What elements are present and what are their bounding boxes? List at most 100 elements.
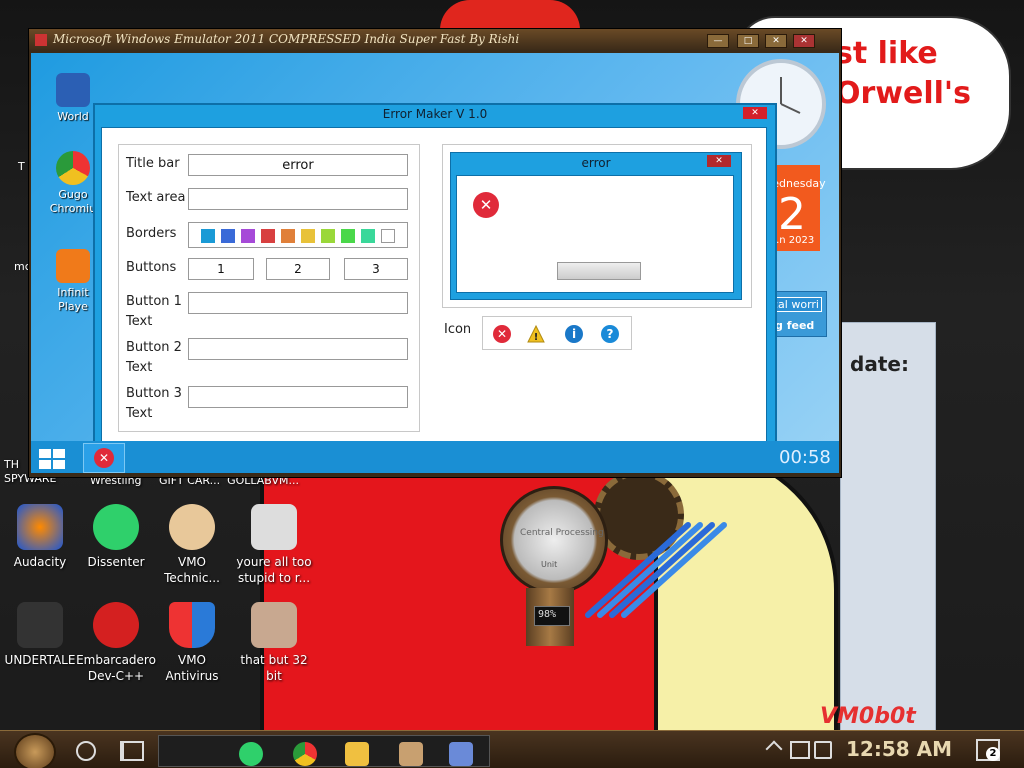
- close-button[interactable]: ✕: [793, 34, 815, 48]
- desktop-icon-vmo-technic[interactable]: VMO Technic...: [152, 504, 232, 586]
- emulator-screen: World Gugo Chromiu Infinit Playe Wednesd…: [31, 53, 839, 473]
- dissenter-icon: [93, 504, 139, 550]
- border-swatch[interactable]: [261, 229, 275, 243]
- error-icon[interactable]: ✕: [493, 325, 511, 343]
- taskbar-clock[interactable]: 12:58 AM: [846, 737, 952, 761]
- chevron-up-icon[interactable]: [765, 740, 783, 758]
- word-icon: [56, 73, 90, 107]
- title-bar-input[interactable]: error: [188, 154, 408, 176]
- desktop: st like Orwell's date: Central Processin…: [0, 0, 1024, 768]
- border-swatch[interactable]: [321, 229, 335, 243]
- button1-text-input[interactable]: [188, 292, 408, 314]
- error-maker-window: Error Maker V 1.0 ✕ Title bar error Text…: [93, 103, 777, 463]
- unity-icon: [17, 602, 63, 648]
- button-count-2[interactable]: 2: [266, 258, 330, 280]
- desktop-icon-label: VMO Antivirus: [165, 653, 219, 683]
- desktop-icon-vmo-antivirus[interactable]: VMO Antivirus: [152, 602, 232, 684]
- title-bar-label: Title bar: [126, 156, 180, 171]
- desktop-icon-label: that but 32 bit: [240, 653, 308, 683]
- border-swatch[interactable]: [201, 229, 215, 243]
- border-swatch[interactable]: [301, 229, 315, 243]
- volume-muted-icon[interactable]: [814, 741, 832, 759]
- error-maker-title-bar[interactable]: Error Maker V 1.0 ✕: [95, 105, 775, 125]
- desktop-icon-label: UNDERTALE: [4, 653, 76, 667]
- audacity-icon: [17, 504, 63, 550]
- gauge-percent: 98%: [538, 609, 557, 620]
- button2-text-input[interactable]: [188, 338, 408, 360]
- border-swatch[interactable]: [241, 229, 255, 243]
- extra-button[interactable]: ✕: [765, 34, 787, 48]
- file-explorer-icon[interactable]: [345, 742, 369, 766]
- portrait-icon: [251, 504, 297, 550]
- close-button[interactable]: ✕: [743, 107, 767, 119]
- dissenter-icon[interactable]: [239, 742, 263, 766]
- buttons-label: Buttons: [126, 260, 177, 275]
- emulator-window: Microsoft Windows Emulator 2011 COMPRESS…: [28, 28, 842, 478]
- error-maker-body: Title bar error Text area Borders Button…: [101, 127, 767, 455]
- error-icon: ✕: [473, 192, 499, 218]
- button-count-1[interactable]: 1: [188, 258, 254, 280]
- border-swatch[interactable]: [381, 229, 395, 243]
- background-panel-text: date:: [850, 352, 909, 376]
- desktop-icon-dissenter[interactable]: Dissenter: [76, 504, 156, 570]
- button3-text-input[interactable]: [188, 386, 408, 408]
- speech-bubble-text: st like Orwell's: [835, 36, 971, 111]
- start-button[interactable]: [14, 733, 56, 768]
- emulator-taskbar: ✕ 00:58: [31, 441, 839, 473]
- picture-icon[interactable]: [399, 742, 423, 766]
- windows-start-icon[interactable]: [37, 447, 67, 471]
- background-panel: [840, 322, 936, 734]
- emulator-clock[interactable]: 00:58: [779, 447, 831, 468]
- desktop-icon-32bit[interactable]: that but 32 bit: [234, 602, 314, 684]
- error-icon: ✕: [94, 448, 114, 468]
- text-area-label: Text area: [126, 190, 186, 205]
- error-preview-window: error ✕ ✕: [450, 152, 742, 300]
- taskbar-apps: [158, 735, 490, 767]
- minimize-button[interactable]: —: [707, 34, 729, 48]
- border-swatch[interactable]: [361, 229, 375, 243]
- question-icon[interactable]: ?: [601, 325, 619, 343]
- desktop-icon-label: VMO Technic...: [164, 555, 220, 585]
- desktop-icon-devcpp[interactable]: Embarcadero Dev-C++: [76, 602, 156, 684]
- desktop-icon-undertale[interactable]: UNDERTALE: [0, 602, 80, 668]
- preview-body: ✕: [456, 175, 734, 293]
- desktop-icon-label: Embarcadero Dev-C++: [76, 653, 156, 683]
- taskbar-error-maker[interactable]: ✕: [83, 443, 125, 473]
- task-view-icon[interactable]: [120, 741, 144, 761]
- person-icon: [169, 504, 215, 550]
- border-swatch[interactable]: [281, 229, 295, 243]
- desktop-icon-label-partial: T: [18, 160, 25, 173]
- background-art-top: [440, 0, 580, 30]
- desktop-icon-stupid[interactable]: youre all too stupid to r...: [234, 504, 314, 586]
- text-area-input[interactable]: [188, 188, 408, 210]
- button2-text-label: Button 2 Text: [126, 340, 182, 375]
- desktop-icon-label: Audacity: [13, 555, 67, 569]
- svg-text:!: !: [534, 332, 539, 343]
- feed-label: g feed: [775, 319, 815, 332]
- maximize-button[interactable]: □: [737, 34, 759, 48]
- button3-text-label: Button 3 Text: [126, 386, 182, 421]
- desktop-icon-audacity[interactable]: Audacity: [0, 504, 80, 570]
- border-swatch[interactable]: [221, 229, 235, 243]
- play-icon: [56, 249, 90, 283]
- cortana-icon[interactable]: [76, 741, 96, 761]
- chrome-icon[interactable]: [293, 742, 317, 766]
- virtualbox-icon[interactable]: [449, 742, 473, 766]
- preview-button[interactable]: [557, 262, 641, 280]
- network-icon[interactable]: [790, 741, 810, 759]
- warning-icon[interactable]: !: [527, 324, 545, 343]
- preview-close-button[interactable]: ✕: [707, 155, 731, 167]
- info-icon[interactable]: i: [565, 325, 583, 343]
- border-swatch[interactable]: [341, 229, 355, 243]
- button1-text-label: Button 1 Text: [126, 294, 182, 329]
- gauge-label: Central Processing: [520, 528, 604, 538]
- taskbar: 12:58 AM 2: [0, 730, 1024, 768]
- emulator-title: Microsoft Windows Emulator 2011 COMPRESS…: [53, 32, 520, 46]
- emulator-title-bar[interactable]: Microsoft Windows Emulator 2011 COMPRESS…: [29, 29, 841, 51]
- gauge-unit-label: Unit: [541, 560, 558, 569]
- border-color-picker: [188, 222, 408, 248]
- button-count-3[interactable]: 3: [344, 258, 408, 280]
- watermark: VM0b0t: [820, 704, 916, 729]
- shield-icon: [169, 602, 215, 648]
- desktop-icon-label: Dissenter: [87, 555, 145, 569]
